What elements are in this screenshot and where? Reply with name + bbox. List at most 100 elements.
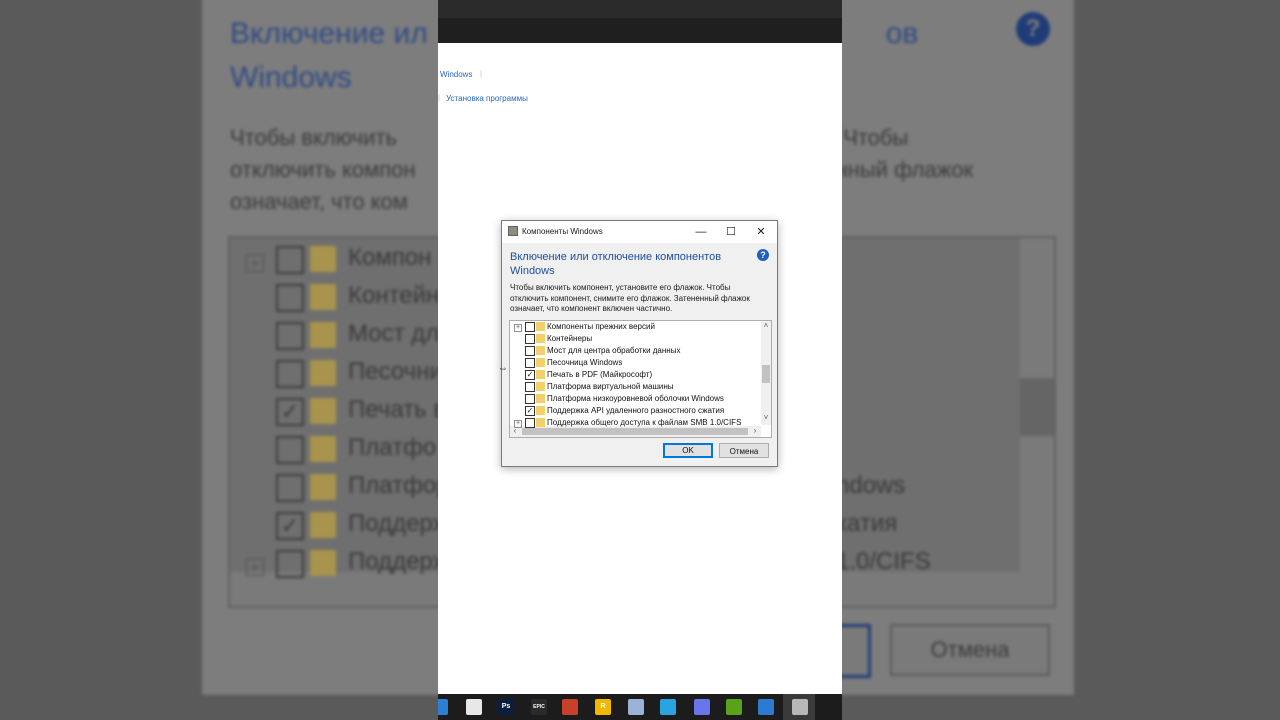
component-row[interactable]: + Поддержка общего доступа к файлам SMB 1… bbox=[510, 417, 760, 429]
component-row[interactable]: Платформа виртуальной машины bbox=[510, 381, 760, 393]
background-help-icon: ? bbox=[1016, 12, 1050, 46]
background-folder-icon bbox=[310, 474, 336, 500]
background-folder-icon bbox=[310, 284, 336, 310]
scroll-down-arrow[interactable]: ˅ bbox=[761, 413, 771, 422]
background-cancel-button: Отмена bbox=[890, 624, 1050, 676]
folder-icon bbox=[536, 322, 545, 331]
component-checkbox[interactable] bbox=[525, 382, 535, 392]
telegram-icon[interactable] bbox=[660, 699, 676, 715]
background-checkbox bbox=[276, 474, 304, 502]
folder-icon bbox=[536, 394, 545, 403]
component-label: Песочница Windows bbox=[547, 358, 623, 367]
pen-icon[interactable] bbox=[438, 699, 448, 715]
scroll-up-arrow[interactable]: ˄ bbox=[761, 321, 771, 330]
component-checkbox[interactable] bbox=[525, 322, 535, 332]
background-checkbox bbox=[276, 246, 304, 274]
component-row[interactable]: + Компоненты прежних версий bbox=[510, 321, 760, 333]
background-row-label-right: ndows bbox=[836, 472, 906, 499]
expand-icon[interactable]: + bbox=[514, 324, 522, 332]
background-row-label: Печать в bbox=[348, 396, 447, 423]
breadcrumb-link-windows[interactable]: Windows bbox=[440, 70, 472, 79]
photoshop-icon[interactable]: Ps bbox=[498, 699, 514, 715]
folder-icon bbox=[536, 370, 545, 379]
background-checkbox bbox=[276, 322, 304, 350]
background-title-line2: Windows bbox=[230, 61, 352, 94]
screen-frame: Windows | Установка программы | Компонен… bbox=[438, 0, 842, 720]
photos-icon[interactable] bbox=[758, 699, 774, 715]
background-checkbox bbox=[276, 284, 304, 312]
file-explorer-icon[interactable] bbox=[466, 699, 482, 715]
dialog-titlebar[interactable]: Компоненты Windows — ☐ ✕ bbox=[502, 221, 777, 243]
dialog-heading: Включение или отключение компонентов Win… bbox=[510, 251, 722, 277]
component-row[interactable]: Песочница Windows bbox=[510, 357, 760, 369]
component-row[interactable]: ✓ Печать в PDF (Майкрософт) bbox=[510, 369, 760, 381]
features-dialog-icon[interactable] bbox=[792, 699, 808, 715]
component-checkbox[interactable]: ✓ bbox=[525, 370, 535, 380]
vertical-scrollbar[interactable]: ˄ ˅ bbox=[761, 321, 771, 425]
background-row-label: Платфо bbox=[348, 434, 437, 461]
background-title-right: ов bbox=[885, 17, 919, 50]
background-row-label-right: катия bbox=[836, 510, 898, 537]
component-checkbox[interactable] bbox=[525, 346, 535, 356]
rockstar-icon[interactable]: R bbox=[595, 699, 611, 715]
discord-icon[interactable] bbox=[694, 699, 710, 715]
background-scroll-thumb bbox=[1020, 378, 1054, 436]
maximize-button[interactable]: ☐ bbox=[716, 221, 746, 243]
background-folder-icon bbox=[310, 322, 336, 348]
background-row-label-right: 1.0/CIFS bbox=[836, 548, 931, 575]
image-viewer-icon[interactable] bbox=[628, 699, 644, 715]
help-icon[interactable]: ? bbox=[757, 249, 769, 261]
cancel-button[interactable]: Отмена bbox=[719, 443, 769, 458]
component-label: Контейнеры bbox=[547, 334, 593, 343]
component-checkbox[interactable] bbox=[525, 334, 535, 344]
vertical-scroll-thumb[interactable] bbox=[762, 365, 770, 383]
component-label: Поддержка общего доступа к файлам SMB 1.… bbox=[547, 418, 742, 427]
background-vertical-scrollbar bbox=[1020, 238, 1054, 606]
folder-icon bbox=[536, 358, 545, 367]
component-row[interactable]: Мост для центра обработки данных bbox=[510, 345, 760, 357]
folder-icon bbox=[536, 382, 545, 391]
folder-icon bbox=[536, 418, 545, 427]
background-folder-icon bbox=[310, 512, 336, 538]
component-checkbox[interactable] bbox=[525, 394, 535, 404]
component-row[interactable]: Платформа низкоуровневой оболочки Window… bbox=[510, 393, 760, 405]
windows-features-icon bbox=[508, 226, 518, 236]
minimize-button[interactable]: — bbox=[686, 221, 716, 243]
nvidia-icon[interactable] bbox=[726, 699, 742, 715]
components-list[interactable]: ˄ ˅ ‹ › + Компоненты прежних версий Контей… bbox=[509, 320, 772, 438]
component-label: Компоненты прежних версий bbox=[547, 322, 655, 331]
ok-button[interactable]: OK bbox=[663, 443, 713, 458]
component-label: Мост для центра обработки данных bbox=[547, 346, 681, 355]
background-folder-icon bbox=[310, 246, 336, 272]
background-desc-left: Чтобы включить bbox=[230, 125, 397, 150]
epic-games-icon[interactable]: EPIC bbox=[531, 699, 547, 715]
component-row[interactable]: Контейнеры bbox=[510, 333, 760, 345]
link-install-program[interactable]: Установка программы bbox=[446, 94, 528, 103]
background-folder-icon bbox=[310, 550, 336, 576]
dialog-description: Чтобы включить компонент, установите его… bbox=[510, 283, 750, 313]
media-icon[interactable] bbox=[562, 699, 578, 715]
window-toolbar-strip bbox=[438, 18, 842, 43]
component-row[interactable]: ✓ Поддержка API удаленного разностного сж… bbox=[510, 405, 760, 417]
background-row-label: Платфор bbox=[348, 472, 450, 499]
breadcrumb-separator: | bbox=[480, 69, 483, 78]
resize-cursor-icon: ⇔ bbox=[498, 363, 508, 374]
expand-icon[interactable]: + bbox=[514, 420, 522, 428]
background-expand-icon: + bbox=[246, 254, 264, 272]
background-checkbox: ✓ bbox=[276, 398, 304, 426]
close-button[interactable]: ✕ bbox=[746, 221, 776, 243]
background-desc-right: нный флажок bbox=[835, 157, 974, 182]
component-checkbox[interactable]: ✓ bbox=[525, 406, 535, 416]
windows-features-dialog: Компоненты Windows — ☐ ✕ Включение или о… bbox=[498, 220, 778, 467]
component-checkbox[interactable] bbox=[525, 418, 535, 428]
component-checkbox[interactable] bbox=[525, 358, 535, 368]
folder-icon bbox=[536, 346, 545, 355]
component-label: Поддержка API удаленного разностного сжа… bbox=[547, 406, 725, 415]
dialog-window-title: Компоненты Windows bbox=[522, 227, 603, 236]
background-row-label: Поддерж bbox=[348, 548, 449, 575]
horizontal-scroll-thumb[interactable] bbox=[522, 428, 748, 435]
window-top-strip bbox=[438, 0, 842, 18]
background-row-label: Мост дл bbox=[348, 320, 440, 347]
folder-icon bbox=[536, 334, 545, 343]
background-desc-left: отключить компон bbox=[230, 157, 416, 182]
